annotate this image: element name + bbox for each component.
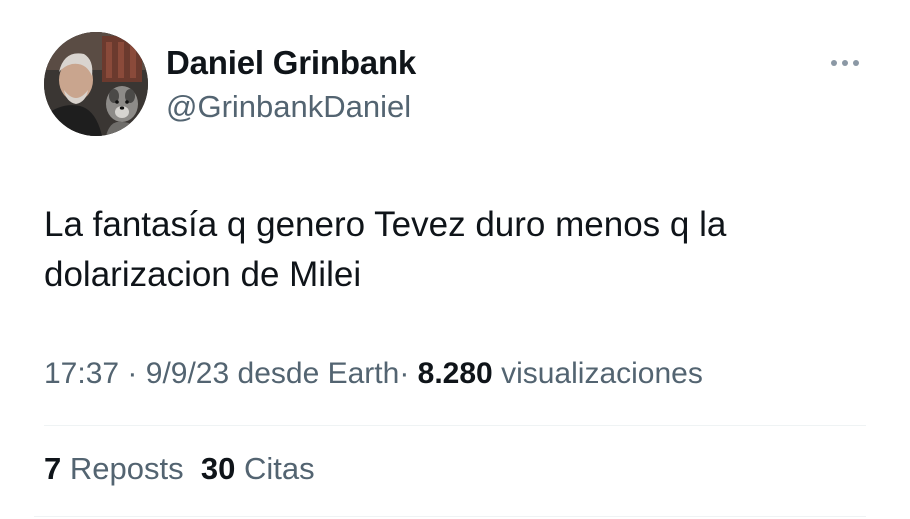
reposts-count: 7 (44, 451, 62, 486)
tweet-time[interactable]: 17:37 (44, 357, 119, 390)
more-options-button[interactable] (826, 50, 864, 76)
user-handle[interactable]: @GrinbankDaniel (166, 89, 411, 125)
avatar-image (44, 32, 148, 136)
views-count: 8.280 (417, 357, 493, 390)
divider (44, 425, 866, 426)
tweet-text: La fantasía q genero Tevez duro menos q … (44, 200, 864, 300)
tweet-date[interactable]: 9/9/23 (146, 357, 229, 390)
tweet-stats: 7 Reposts 30 Citas (44, 451, 315, 487)
meta-separator: · (399, 357, 410, 390)
tweet-card: Daniel Grinbank @GrinbankDaniel La fanta… (0, 0, 910, 519)
avatar[interactable] (44, 32, 148, 136)
reposts-stat[interactable]: 7 Reposts (44, 451, 184, 486)
quotes-label: Citas (243, 451, 315, 486)
more-dots-icon (831, 60, 859, 66)
tweet-meta: 17:37 · 9/9/23 desde Earth· 8.280 visual… (44, 357, 703, 391)
quotes-stat[interactable]: 30 Citas (201, 451, 315, 486)
views-label: visualizaciones (501, 357, 703, 390)
quotes-count: 30 (200, 451, 236, 486)
tweet-source: desde Earth (237, 357, 400, 390)
tweet-text-line-1: La fantasía q genero Tevez duro menos q … (44, 205, 727, 244)
display-name[interactable]: Daniel Grinbank (166, 44, 416, 82)
tweet-text-line-2: dolarizacion de Milei (44, 255, 362, 294)
divider (34, 516, 866, 517)
reposts-label: Reposts (69, 451, 184, 486)
meta-separator: · (127, 357, 138, 390)
